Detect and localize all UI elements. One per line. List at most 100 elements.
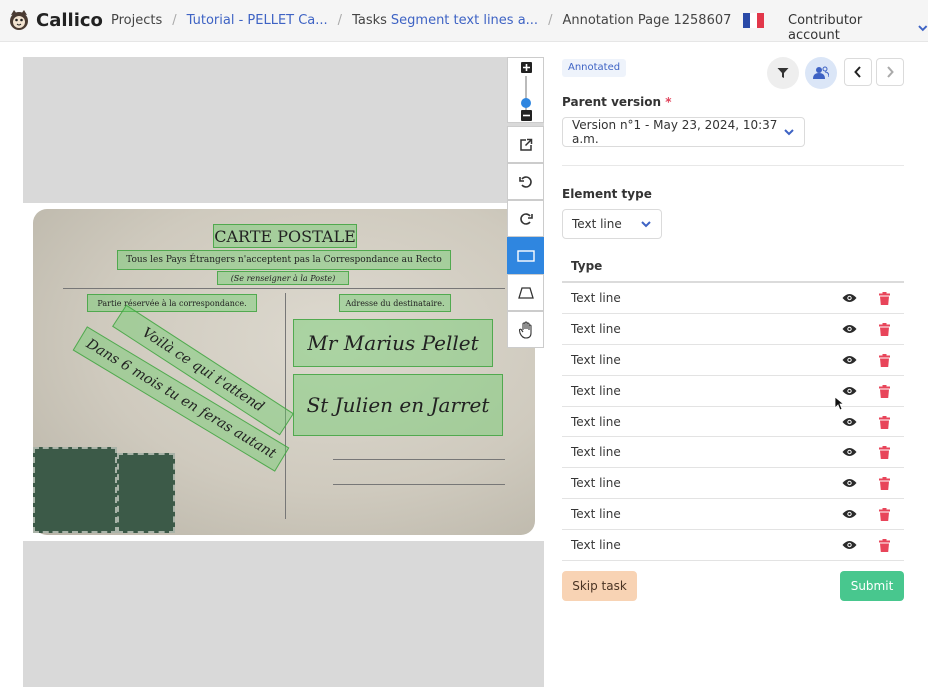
eye-icon[interactable] [842, 417, 857, 427]
table-body: Text line Text line Text line Text line … [562, 283, 904, 562]
external-link-button[interactable] [507, 126, 544, 163]
users-button[interactable] [805, 57, 837, 89]
required-marker: * [665, 95, 672, 109]
breadcrumb: Projects / Tutorial - PELLET Ca... / Tasks Se… [111, 13, 731, 28]
polygon-tool-button[interactable] [507, 274, 544, 311]
trash-icon[interactable] [879, 353, 890, 367]
mouse-cursor-icon [834, 396, 844, 411]
filter-icon [777, 68, 789, 78]
trash-icon[interactable] [879, 384, 890, 398]
eye-icon[interactable] [842, 324, 857, 334]
table-row[interactable]: Text line [562, 468, 904, 500]
eye-icon[interactable] [842, 355, 857, 365]
breadcrumb-projects[interactable]: Projects [111, 13, 162, 28]
account-menu[interactable]: Contributor account [788, 13, 928, 43]
rotate-right-button[interactable] [507, 200, 544, 237]
table-row[interactable]: Text line [562, 437, 904, 469]
chevron-left-icon [854, 66, 861, 78]
parent-version-select[interactable]: Version n°1 - May 23, 2024, 10:37 a.m. [562, 117, 805, 147]
next-button[interactable] [876, 58, 904, 86]
handwritten-address: Mr Marius Pellet [307, 331, 479, 355]
trash-icon[interactable] [879, 539, 890, 553]
element-type-select[interactable]: Text line [562, 209, 662, 239]
text-line-annotation[interactable]: Partie réservée à la correspondance. [87, 294, 257, 312]
document-image: CARTE POSTALE Tous les Pays Étrangers n'… [23, 203, 544, 541]
skip-task-button[interactable]: Skip task [562, 571, 637, 601]
table-row[interactable]: Text line [562, 283, 904, 314]
address-line [333, 484, 505, 485]
trash-icon[interactable] [879, 446, 890, 460]
zoom-in-icon[interactable] [521, 62, 532, 73]
filter-button[interactable] [767, 57, 799, 89]
eye-icon[interactable] [842, 386, 857, 396]
trash-icon[interactable] [879, 477, 890, 491]
postcard-subtitle: Tous les Pays Étrangers n'acceptent pas … [126, 255, 442, 265]
text-line-annotation[interactable]: Tous les Pays Étrangers n'acceptent pas … [117, 250, 451, 270]
brand-name: Callico [36, 9, 103, 31]
trash-icon[interactable] [879, 415, 890, 429]
breadcrumb-task[interactable]: Segment text lines a... [391, 13, 538, 28]
rotate-left-icon [518, 175, 532, 188]
flag-stripe-red [757, 13, 764, 28]
callico-logo-icon [10, 10, 28, 30]
eye-icon[interactable] [842, 478, 857, 488]
table-row[interactable]: Text line [562, 376, 904, 407]
element-type-cell: Text line [571, 291, 621, 305]
image-viewer[interactable]: CARTE POSTALE Tous les Pays Étrangers n'… [23, 57, 544, 687]
eye-icon[interactable] [842, 293, 857, 303]
breadcrumb-page: Annotation Page 1258607 [562, 13, 732, 28]
postcard: CARTE POSTALE Tous les Pays Étrangers n'… [33, 209, 535, 535]
postcard-left-header: Partie réservée à la correspondance. [97, 298, 247, 308]
text-line-annotation[interactable]: St Julien en Jarret [293, 374, 503, 436]
previous-button[interactable] [844, 58, 872, 86]
table-row[interactable]: Text line [562, 530, 904, 562]
trash-icon[interactable] [879, 292, 890, 305]
postage-stamp [33, 447, 117, 533]
text-line-annotation[interactable]: Adresse du destinataire. [339, 294, 451, 312]
element-type-cell: Text line [571, 476, 621, 491]
pan-tool-button[interactable] [507, 311, 544, 348]
rotate-left-button[interactable] [507, 163, 544, 200]
breadcrumb-project[interactable]: Tutorial - PELLET Ca... [187, 13, 328, 28]
table-row[interactable]: Text line [562, 314, 904, 345]
submit-button[interactable]: Submit [840, 571, 904, 601]
section-divider [562, 165, 904, 166]
postcard-right-header: Adresse du destinataire. [345, 298, 445, 308]
rectangle-tool-button[interactable] [507, 237, 544, 274]
table-row[interactable]: Text line [562, 345, 904, 376]
rectangle-icon [516, 249, 535, 262]
element-type-cell: Text line [571, 507, 621, 522]
text-line-annotation[interactable]: CARTE POSTALE [213, 224, 357, 248]
breadcrumb-separator: / [548, 13, 553, 28]
zoom-control[interactable] [507, 57, 544, 123]
external-link-icon [519, 138, 532, 151]
parent-version-label-text: Parent version [562, 95, 662, 109]
element-type-cell: Text line [571, 321, 621, 336]
flag-stripe-white [750, 13, 757, 28]
trash-icon[interactable] [879, 508, 890, 522]
table-row[interactable]: Text line [562, 407, 904, 438]
account-label: Contributor account [788, 13, 863, 43]
trash-icon[interactable] [879, 322, 890, 336]
eye-icon[interactable] [842, 447, 857, 457]
rotate-right-icon [519, 212, 533, 225]
table-header: Type [562, 253, 904, 283]
eye-icon[interactable] [842, 509, 857, 519]
parent-version-value: Version n°1 - May 23, 2024, 10:37 a.m. [572, 118, 778, 146]
french-flag-icon[interactable] [743, 13, 764, 28]
chevron-down-icon [784, 129, 794, 136]
text-line-annotation[interactable]: Mr Marius Pellet [293, 319, 493, 367]
text-line-annotation[interactable]: (Se renseigner à la Poste) [217, 271, 349, 285]
users-icon [813, 66, 829, 79]
hand-icon [518, 320, 532, 339]
status-badge: Annotated [562, 59, 627, 77]
zoom-slider-handle[interactable] [521, 98, 531, 108]
table-row[interactable]: Text line [562, 499, 904, 531]
elements-table: Type Text line Text line Text line Text … [562, 253, 904, 562]
chevron-right-icon [887, 66, 894, 78]
zoom-out-icon[interactable] [521, 110, 532, 121]
eye-icon[interactable] [842, 540, 857, 550]
element-type-cell: Text line [571, 538, 621, 553]
postcard-divider-line [63, 288, 505, 289]
brand[interactable]: Callico [8, 9, 103, 31]
